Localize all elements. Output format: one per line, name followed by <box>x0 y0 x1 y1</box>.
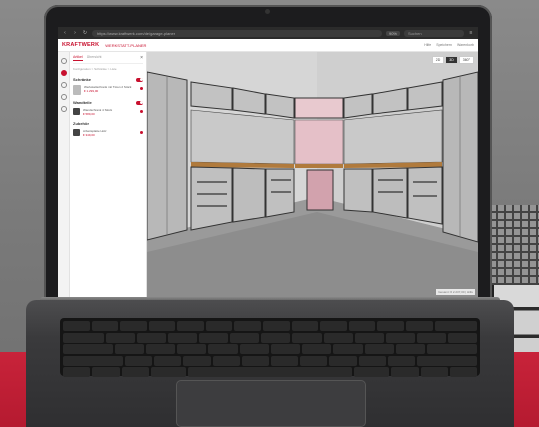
breadcrumb: Konfiguration > Schränke > Liste <box>73 67 117 71</box>
remove-icon[interactable] <box>140 110 143 113</box>
section-header: Wandteile <box>73 100 143 105</box>
list-item[interactable]: Werkstattschrank mit Türen 2 Stück € 1.2… <box>73 85 143 95</box>
item-price: € 1.299,00 <box>84 89 99 93</box>
header-actions: Hilfe Speichern Warenkorb <box>424 43 474 47</box>
cart-icon[interactable] <box>60 94 67 100</box>
zoom-level[interactable]: 90% <box>385 30 400 36</box>
browser-search-input[interactable]: Suchen <box>404 29 464 37</box>
reload-icon[interactable]: ↻ <box>82 30 88 36</box>
section-header: Schränke <box>73 77 143 82</box>
forward-icon[interactable]: › <box>72 30 78 36</box>
camera-icon <box>265 9 270 14</box>
settings-icon[interactable] <box>60 106 67 112</box>
view-2d-button[interactable]: 2D <box>431 56 445 64</box>
remove-icon[interactable] <box>140 131 143 134</box>
trackpad <box>176 380 366 427</box>
address-bar[interactable]: https://www.kraftwerk.com/de/garage-plan… <box>92 29 382 37</box>
info-icon[interactable] <box>60 82 67 88</box>
save-link[interactable]: Speichern <box>436 43 452 47</box>
browser-toolbar: ‹ › ↻ https://www.kraftwerk.com/de/garag… <box>58 27 478 39</box>
configuration-panel: Artikel Übersicht × Konfiguration > Schr… <box>70 52 147 297</box>
close-icon[interactable]: × <box>140 55 143 61</box>
item-price: € 349,00 <box>83 133 95 137</box>
garage-render <box>147 52 478 297</box>
view-360-button[interactable]: 360° <box>458 56 474 64</box>
help-link[interactable]: Hilfe <box>424 43 431 47</box>
cabinet-icon[interactable] <box>60 70 67 76</box>
list-item[interactable]: Arbeitsplatte Holz € 349,00 <box>73 129 143 137</box>
laptop-base <box>26 300 514 427</box>
section-title: Schränke <box>73 77 92 82</box>
laptop-lid: ‹ › ↻ https://www.kraftwerk.com/de/garag… <box>44 5 492 301</box>
app-header: KRAFTWERK WERKSTATT-PLANER Hilfe Speiche… <box>58 39 478 52</box>
section-toggle[interactable] <box>136 77 143 82</box>
view-mode-switch: 2D 3D 360° <box>431 56 474 64</box>
item-price: € 589,00 <box>83 112 95 116</box>
back-icon[interactable]: ‹ <box>62 30 68 36</box>
brand-logo[interactable]: KRAFTWERK <box>62 42 99 48</box>
tab-articles[interactable]: Artikel <box>73 55 83 61</box>
item-label: Arbeitsplatte Holz € 349,00 <box>83 129 137 137</box>
tab-overview[interactable]: Übersicht <box>87 55 102 61</box>
menu-icon[interactable]: ≡ <box>468 30 474 36</box>
view-3d-button[interactable]: 3D <box>445 56 458 64</box>
cabinet-thumbnail <box>73 85 81 95</box>
list-item[interactable]: Wandschrank 4 Stück € 589,00 <box>73 108 143 116</box>
tool-rail <box>58 52 70 297</box>
wall-unit-thumbnail <box>73 108 80 115</box>
laptop-screen: ‹ › ↻ https://www.kraftwerk.com/de/garag… <box>58 27 478 297</box>
keyboard <box>60 318 480 377</box>
item-label: Wandschrank 4 Stück € 589,00 <box>83 108 137 116</box>
workspace: Artikel Übersicht × Konfiguration > Schr… <box>58 52 478 297</box>
home-icon[interactable] <box>60 58 67 64</box>
panel-tabs: Artikel Übersicht × <box>73 55 143 64</box>
section-title: Wandteile <box>73 100 92 105</box>
status-bar: Gesamt: € 2.237,00 | Hilfe <box>436 289 475 295</box>
section-title: Zubehör <box>73 121 89 126</box>
cart-link[interactable]: Warenkorb <box>457 43 474 47</box>
section-toggle[interactable] <box>136 100 143 105</box>
section-header: Zubehör <box>73 121 143 126</box>
accessory-thumbnail <box>73 129 80 136</box>
item-label: Werkstattschrank mit Türen 2 Stück € 1.2… <box>84 85 137 93</box>
3d-viewport[interactable]: 2D 3D 360° Gesamt: € 2.237,00 | Hilfe <box>147 52 478 297</box>
app-subtitle: WERKSTATT-PLANER <box>105 42 147 48</box>
remove-icon[interactable] <box>140 87 143 90</box>
